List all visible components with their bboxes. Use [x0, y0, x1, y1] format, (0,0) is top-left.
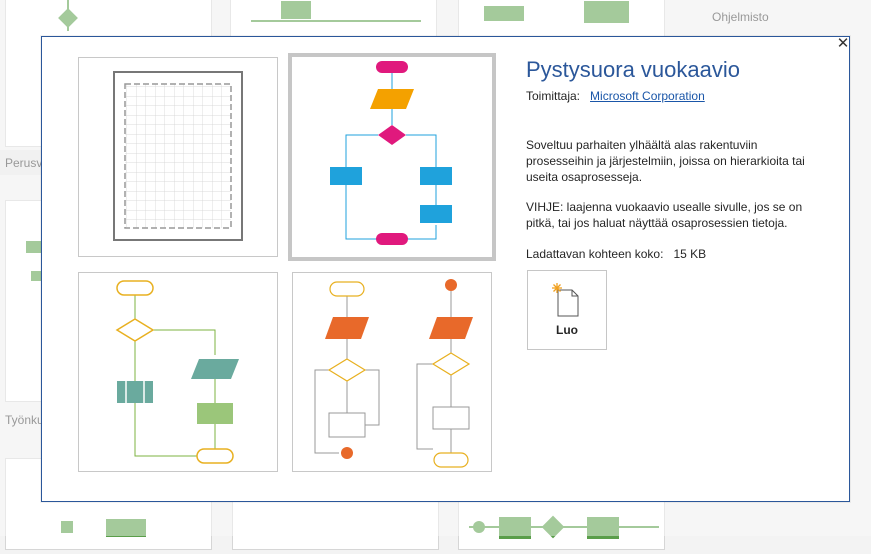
decision-shape [378, 125, 406, 145]
download-size-label: Ladattavan kohteen koko: [526, 247, 664, 261]
create-button[interactable]: Luo [527, 270, 607, 350]
publisher-label: Toimittaja: [526, 89, 581, 103]
terminator-end [376, 233, 408, 245]
thumbnail-green-flowchart[interactable] [78, 272, 278, 472]
template-title: Pystysuora vuokaavio [526, 57, 740, 82]
vertical-flowchart-preview [330, 61, 452, 245]
process-shape [330, 167, 362, 185]
process-shape [420, 167, 452, 185]
thumbnail-blank-grid[interactable] [78, 57, 278, 257]
publisher-link[interactable]: Microsoft Corporation [590, 89, 705, 103]
orange-flowchart-preview [314, 279, 473, 468]
template-preview-dialog: ✕ Pystysuora vuokaavio Toimittaja: Micro… [41, 36, 850, 502]
close-icon[interactable]: ✕ [836, 36, 850, 51]
blank-grid-preview [113, 71, 243, 241]
green-flowchart-preview [115, 280, 239, 464]
template-hint: VIHJE: laajenna vuokaavio usealle sivull… [526, 200, 803, 230]
download-size-value: 15 KB [673, 247, 707, 261]
terminator-start [376, 61, 408, 73]
template-info-panel: Pystysuora vuokaavio Toimittaja: Microsof… [526, 55, 826, 261]
new-document-icon [552, 283, 579, 317]
thumbnail-orange-flowchart[interactable] [292, 272, 492, 472]
thumbnail-vertical-flowchart[interactable] [288, 53, 496, 261]
input-shape [370, 89, 414, 109]
process-shape [420, 205, 452, 223]
create-button-label: Luo [556, 323, 578, 337]
download-size-row: Ladattavan kohteen koko: 15 KB [526, 247, 706, 261]
publisher-row: Toimittaja: Microsoft Corporation [526, 89, 705, 103]
template-description: Soveltuu parhaiten ylhäältä alas rakentu… [526, 138, 805, 184]
